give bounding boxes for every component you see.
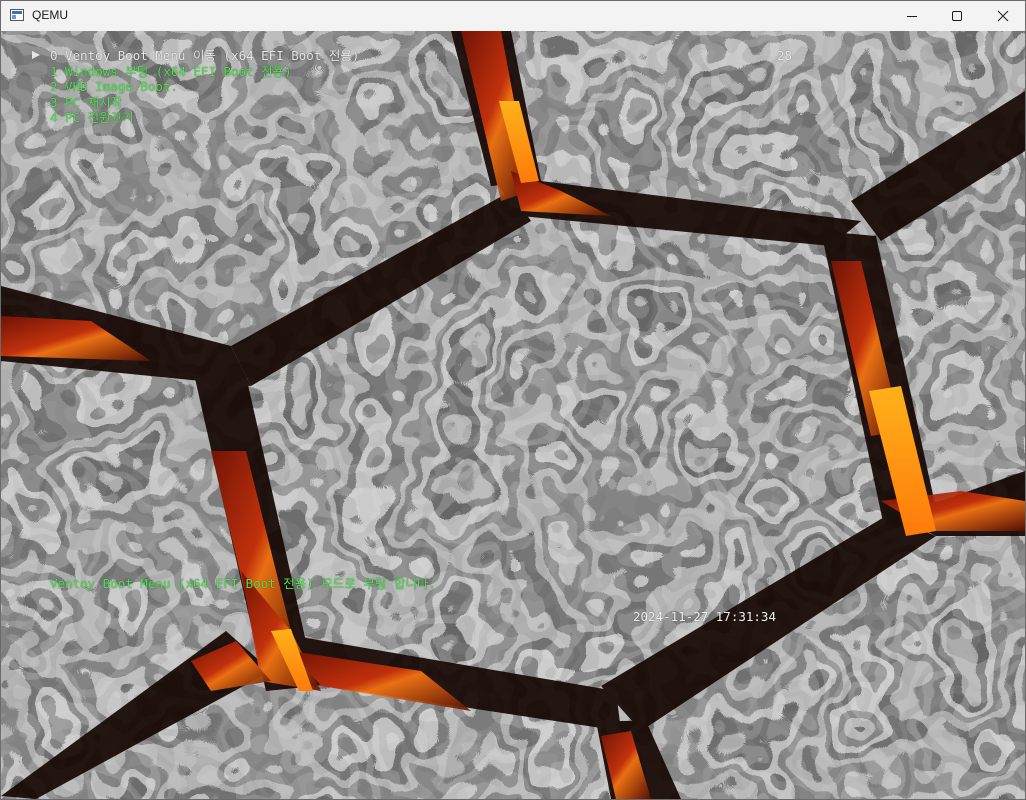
boot-menu-item-label: 3 PC 재시작 [50,94,123,110]
boot-menu-item[interactable]: 3 PC 재시작 [32,95,122,111]
qemu-window: QEMU 0 Ventoy Boot Menu 이동 (x64 EFI Boot… [0,0,1026,800]
boot-clock: 2024-11-27 17:31:34 [633,609,776,624]
boot-menu-item[interactable]: 1 Windows 부팅 (x64 EFI Boot 전용) [32,64,292,80]
boot-menu-item[interactable]: 2 VHD Image Boot. [32,79,178,95]
boot-menu-item-label: 4 PC 전원끄기 [50,110,134,126]
boot-menu-item-label: 0 Ventoy Boot Menu 이동 (x64 EFI Boot 전용) [50,48,360,63]
vm-display[interactable]: 0 Ventoy Boot Menu 이동 (x64 EFI Boot 전용) … [1,31,1025,799]
boot-menu: 0 Ventoy Boot Menu 이동 (x64 EFI Boot 전용) … [32,48,359,126]
window-title: QEMU [32,8,68,22]
maximize-button[interactable] [934,1,980,31]
boot-menu-item-label: 2 VHD Image Boot. [50,79,178,95]
close-icon [997,10,1009,22]
close-button[interactable] [980,1,1025,31]
boot-menu-item[interactable]: 0 Ventoy Boot Menu 이동 (x64 EFI Boot 전용) [32,48,359,64]
maximize-icon [952,11,962,21]
boot-status-message: Ventoy Boot Menu (x64 EFI Boot 전용) 모드로 부… [50,576,436,591]
boot-menu-item-label: 1 Windows 부팅 (x64 EFI Boot 전용) [50,63,292,79]
boot-countdown: 28 [777,48,793,63]
title-bar[interactable]: QEMU [1,1,1025,31]
lava-hexagon-background [1,31,1025,799]
minimize-icon [907,16,917,17]
selection-arrow-icon [32,51,40,59]
qemu-app-icon [10,9,24,21]
minimize-button[interactable] [889,1,935,31]
boot-menu-item[interactable]: 4 PC 전원끄기 [32,110,134,126]
